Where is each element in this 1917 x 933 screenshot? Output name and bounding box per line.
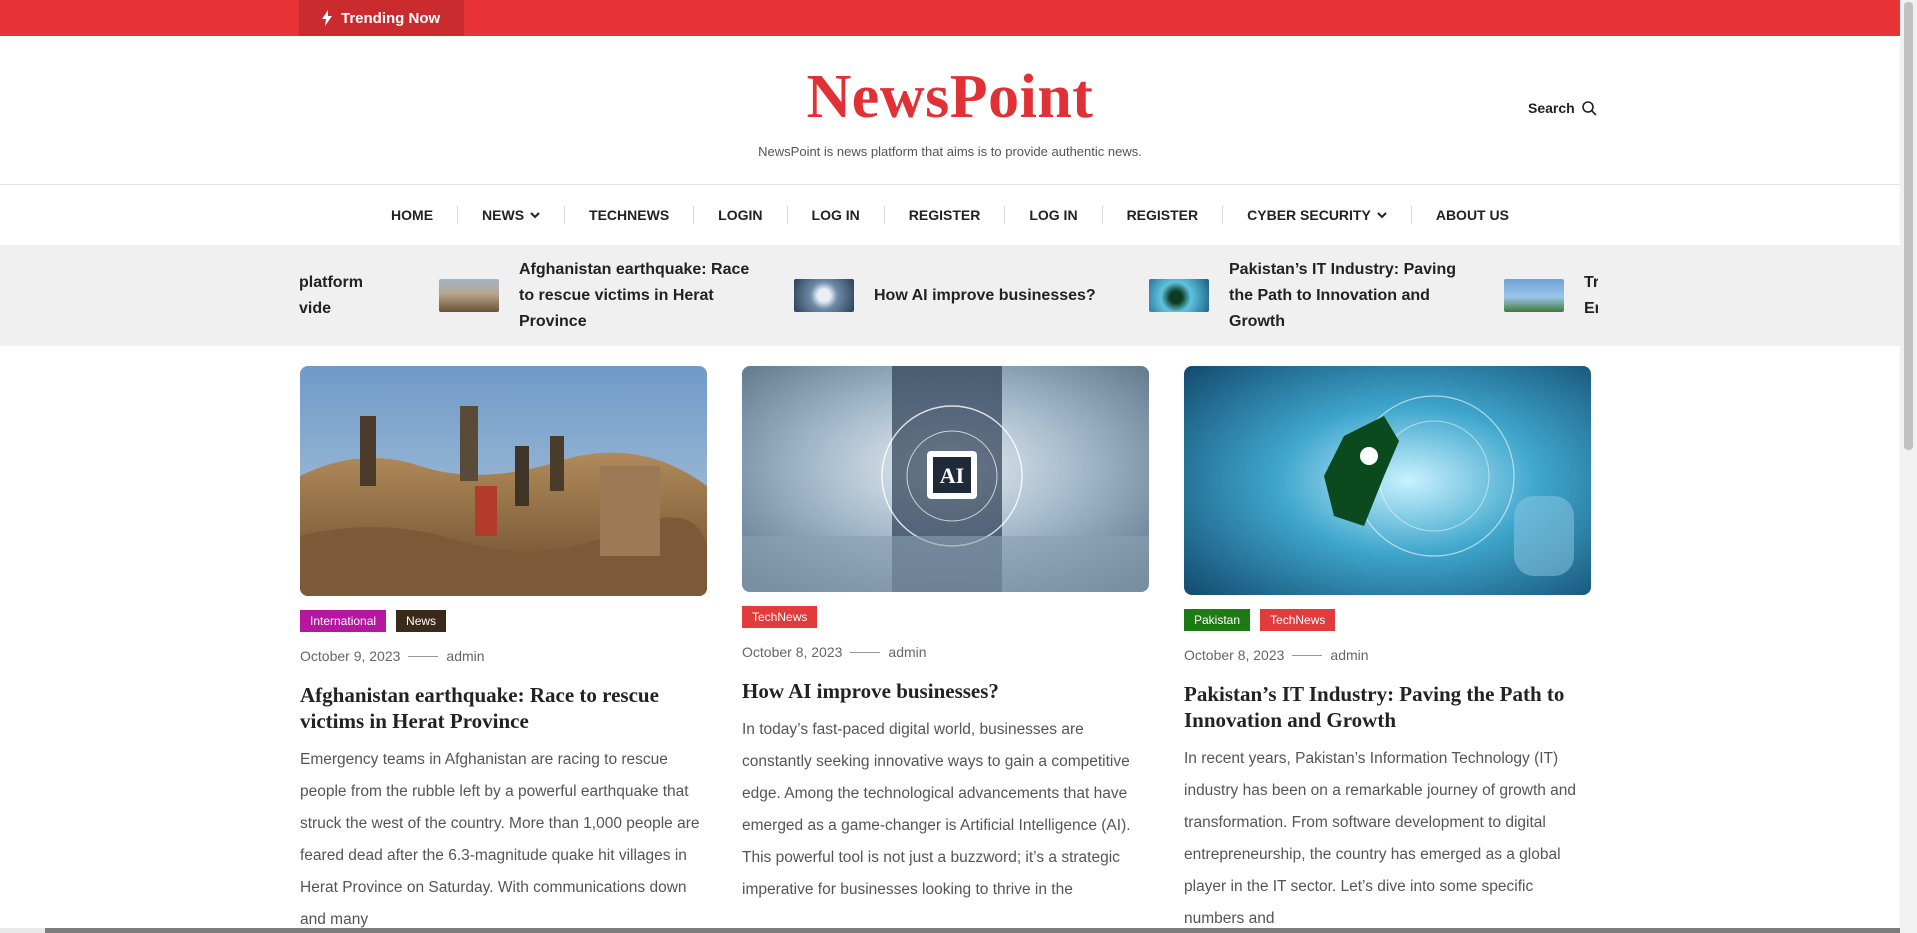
site-tagline: NewsPoint is news platform that aims is … — [758, 144, 1142, 159]
post-image[interactable] — [1184, 366, 1591, 595]
meta-divider — [1292, 654, 1323, 656]
nav-item-label: TECHNEWS — [589, 207, 670, 223]
post-image[interactable] — [300, 366, 707, 596]
ticker-thumbnail — [1149, 279, 1209, 312]
ticker-title: Tr Er — [1584, 273, 1598, 317]
ai-photo: AI — [742, 366, 1149, 592]
nav-item-label: LOG IN — [1029, 207, 1078, 223]
post-title[interactable]: How AI improve businesses? — [742, 678, 1149, 704]
trending-now-button[interactable]: Trending Now — [299, 0, 464, 36]
top-bar: Trending Now — [0, 0, 1900, 36]
nav-item[interactable]: LOGIN — [694, 185, 786, 245]
post-author[interactable]: admin — [446, 648, 484, 664]
category-tag[interactable]: TechNews — [742, 606, 818, 628]
nav-item-label: LOGIN — [718, 207, 763, 223]
ticker-title: How AI improve businesses? — [874, 286, 1096, 304]
ticker-item[interactable]: Pakistan’s IT Industry: Paving the Path … — [1149, 245, 1456, 346]
category-tag[interactable]: Pakistan — [1184, 609, 1251, 631]
earthquake-photo — [300, 366, 707, 596]
chevron-down-icon — [530, 212, 540, 219]
meta-divider — [408, 655, 439, 657]
site-logo[interactable]: NewsPoint — [0, 62, 1900, 133]
ai-chip-label: AI — [940, 463, 964, 488]
nav-item[interactable]: ABOUT US — [1412, 185, 1533, 245]
nav-item[interactable]: REGISTER — [885, 185, 1005, 245]
trending-now-label: Trending Now — [341, 9, 441, 27]
search-button[interactable]: Search — [1528, 100, 1597, 116]
post-author[interactable]: admin — [1330, 647, 1368, 663]
main-nav: HOME NEWS TECHNEWS LOGIN LOG IN REGISTER LOG I… — [0, 185, 1900, 245]
post-meta: October 8, 2023 admin — [742, 644, 1149, 660]
post-date[interactable]: October 8, 2023 — [1184, 647, 1284, 663]
category-tag[interactable]: TechNews — [1260, 609, 1336, 631]
ticker-item[interactable]: Tr Er — [1504, 245, 1598, 346]
chevron-down-icon — [1377, 212, 1387, 219]
nav-item-label: ABOUT US — [1435, 207, 1509, 223]
post-meta: October 9, 2023 admin — [300, 648, 707, 664]
scrollbar-thumb[interactable] — [1904, 2, 1913, 450]
horizontal-scrollbar[interactable] — [0, 928, 1900, 933]
lightning-icon — [322, 10, 332, 26]
nav-item-label: CYBER SECURITY — [1247, 207, 1371, 223]
post-image[interactable]: AI — [742, 366, 1149, 592]
ticker-thumbnail — [1504, 279, 1564, 312]
ticker-thumbnail — [439, 279, 499, 312]
nav-item-label: REGISTER — [1126, 207, 1199, 223]
ticker-title: Pakistan’s IT Industry: Paving the Path … — [1229, 260, 1457, 330]
ticker-item[interactable]: platform vide — [299, 245, 363, 346]
nav-item-label: LOG IN — [811, 207, 860, 223]
post-excerpt: Emergency teams in Afghanistan are racin… — [300, 751, 700, 928]
post-excerpt: In recent years, Pakistan’s Information … — [1184, 750, 1577, 927]
nav-item-label: HOME — [391, 207, 434, 223]
nav-item[interactable]: TECHNEWS — [565, 185, 693, 245]
horizontal-scrollbar-thumb[interactable] — [45, 928, 1900, 933]
ticker-item[interactable]: Afghanistan earthquake: Race to rescue v… — [439, 245, 749, 346]
nav-item[interactable]: HOME — [367, 185, 457, 245]
pakistan-it-photo — [1184, 366, 1591, 595]
post-tags: International News — [300, 610, 707, 632]
news-ticker: platform vide Afghanistan earthquake: Ra… — [0, 245, 1900, 346]
nav-item[interactable]: LOG IN — [1005, 185, 1101, 245]
nav-item[interactable]: LOG IN — [788, 185, 884, 245]
post-card: AI TechNews October 8, 2023 admin How AI… — [742, 366, 1149, 906]
post-excerpt: In today’s fast-paced digital world, bus… — [742, 721, 1131, 898]
category-tag[interactable]: International — [300, 610, 387, 632]
post-title[interactable]: Pakistan’s IT Industry: Paving the Path … — [1184, 681, 1591, 733]
ticker-item[interactable]: How AI improve businesses? — [794, 245, 1096, 346]
search-icon — [1581, 101, 1597, 116]
ticker-title: platform vide — [299, 273, 363, 317]
post-card: International News October 9, 2023 admin… — [300, 366, 707, 933]
post-title[interactable]: Afghanistan earthquake: Race to rescue v… — [300, 682, 707, 734]
nav-item[interactable]: NEWS — [458, 185, 564, 245]
post-date[interactable]: October 8, 2023 — [742, 644, 842, 660]
ticker-thumbnail — [794, 279, 854, 312]
search-label: Search — [1528, 100, 1575, 116]
meta-divider — [850, 651, 881, 653]
post-date[interactable]: October 9, 2023 — [300, 648, 400, 664]
vertical-scrollbar[interactable] — [1900, 0, 1917, 933]
post-meta: October 8, 2023 admin — [1184, 647, 1591, 663]
nav-item-label: NEWS — [482, 207, 525, 223]
post-tags: Pakistan TechNews — [1184, 609, 1591, 631]
nav-item[interactable]: REGISTER — [1103, 185, 1223, 245]
category-tag[interactable]: News — [396, 610, 447, 632]
post-tags: TechNews — [742, 606, 1149, 628]
nav-item-label: REGISTER — [908, 207, 981, 223]
post-card: Pakistan TechNews October 8, 2023 admin … — [1184, 366, 1591, 933]
post-author[interactable]: admin — [888, 644, 926, 660]
nav-item[interactable]: CYBER SECURITY — [1223, 185, 1411, 245]
ticker-title: Afghanistan earthquake: Race to rescue v… — [519, 260, 750, 330]
